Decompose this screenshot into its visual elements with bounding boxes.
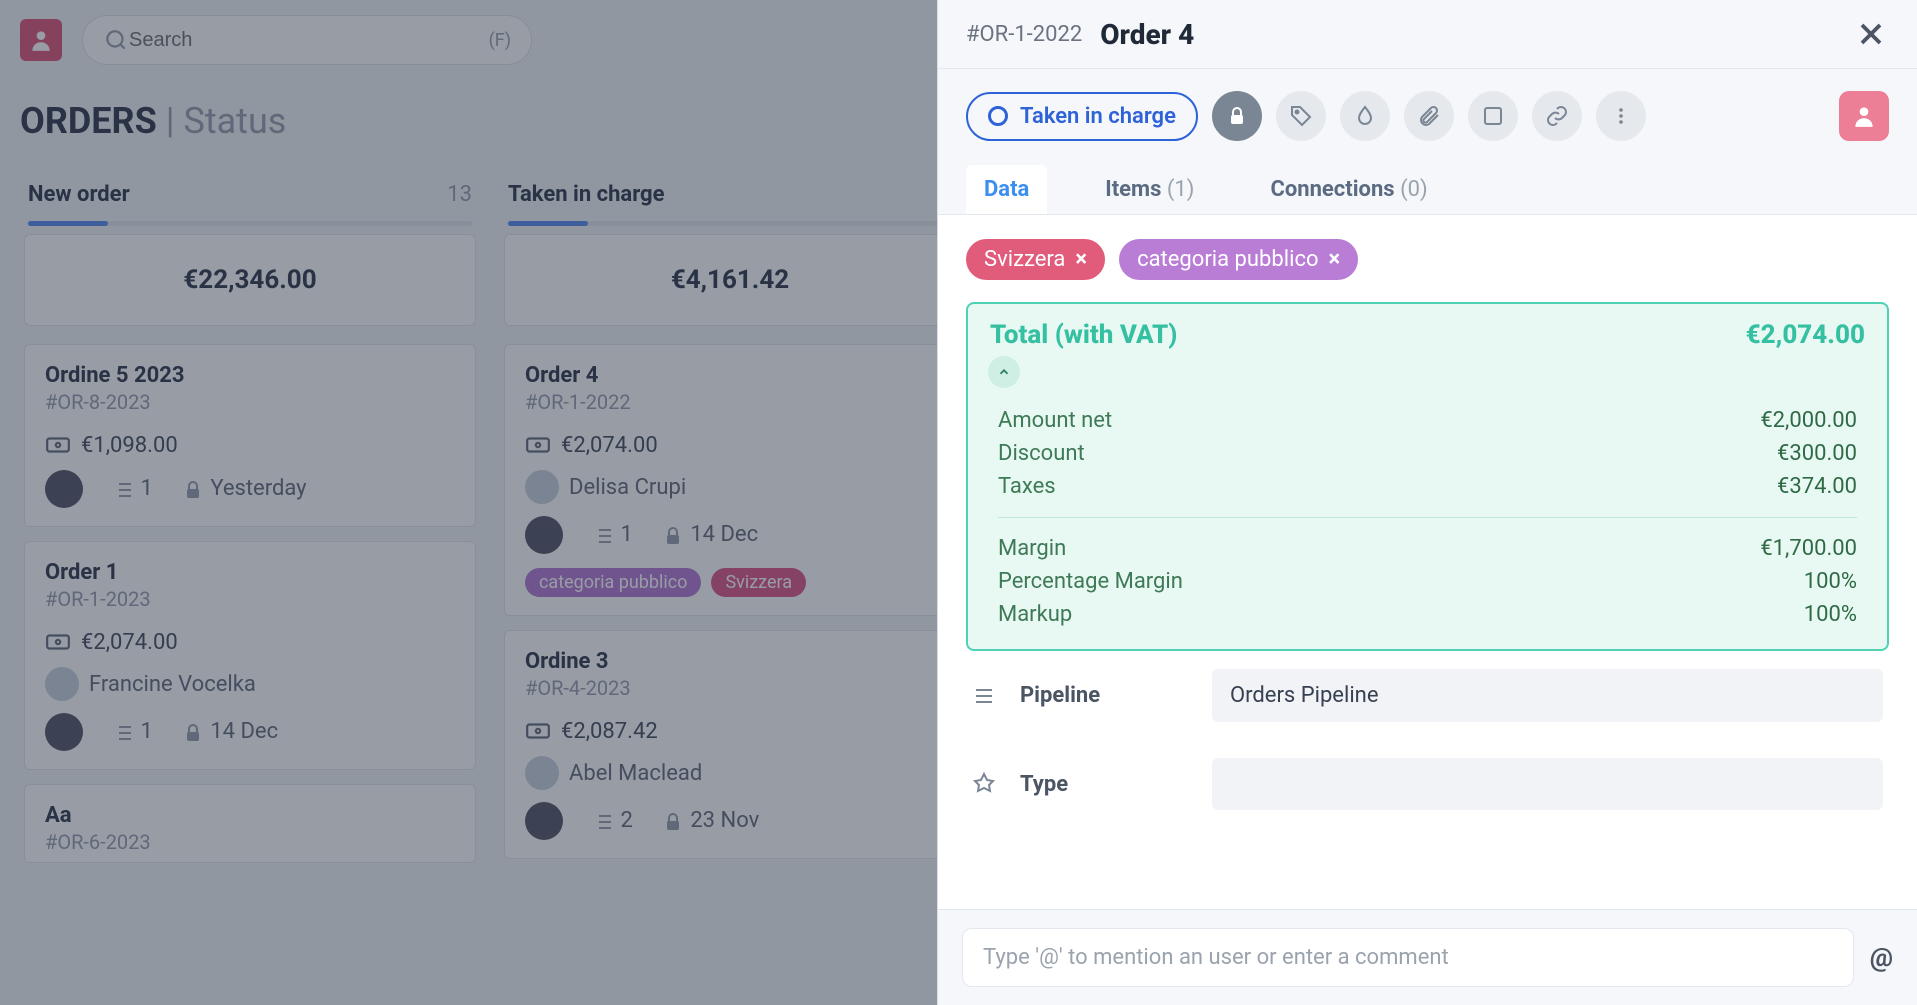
tab-connections[interactable]: Connections (0) [1252,165,1445,214]
tab-data[interactable]: Data [966,165,1047,214]
total-box: Total (with VAT) €2,074.00 Amount net€2,… [966,302,1889,651]
pipeline-value[interactable]: Orders Pipeline [1212,669,1883,722]
comment-input[interactable]: Type '@' to mention an user or enter a c… [962,928,1854,987]
lock-button[interactable] [1212,91,1262,141]
status-pill[interactable]: Taken in charge [966,92,1198,141]
mention-button[interactable]: @ [1870,943,1893,973]
note-button[interactable] [1468,91,1518,141]
assignee-avatar[interactable] [1839,91,1889,141]
tag-button[interactable] [1276,91,1326,141]
order-id: #OR-1-2022 [966,22,1082,47]
order-title: Order 4 [1100,18,1194,51]
type-icon [972,772,998,796]
status-circle-icon [988,106,1008,126]
tag-categoria-pubblico[interactable]: categoria pubblico× [1119,239,1358,280]
type-label: Type [1020,772,1190,797]
remove-tag-icon[interactable]: × [1329,247,1341,272]
remove-tag-icon[interactable]: × [1075,247,1087,272]
tab-items[interactable]: Items (1) [1087,165,1212,214]
attachment-button[interactable] [1404,91,1454,141]
total-value: €2,074.00 [1746,320,1865,350]
total-label: Total (with VAT) [990,320,1177,350]
tag-svizzera[interactable]: Svizzera× [966,239,1105,280]
pipeline-icon [972,684,998,708]
more-button[interactable] [1596,91,1646,141]
collapse-button[interactable] [988,356,1020,388]
type-value[interactable] [1212,758,1883,810]
close-button[interactable] [1853,16,1889,52]
link-button[interactable] [1532,91,1582,141]
order-detail-panel: #OR-1-2022 Order 4 Taken in charge Data … [937,0,1917,1005]
pipeline-label: Pipeline [1020,683,1190,708]
drop-button[interactable] [1340,91,1390,141]
